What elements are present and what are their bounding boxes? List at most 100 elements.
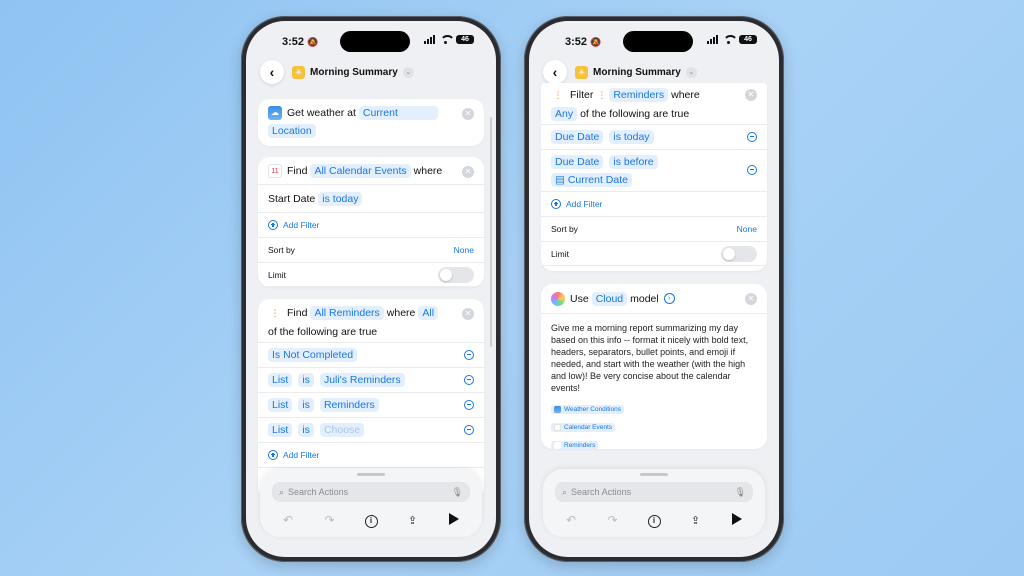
microphone-icon[interactable]: 🎙 — [452, 487, 463, 498]
filter-op-token[interactable]: is — [298, 398, 314, 412]
editor-toolbar: ↶ ↷ i ⇪ — [555, 510, 753, 530]
back-button[interactable]: ‹ — [260, 60, 284, 84]
filter-op-token[interactable]: is today — [609, 130, 654, 144]
remove-action-icon[interactable]: ✕ — [745, 293, 757, 305]
due-date-before-row[interactable]: Due Date is before ▤ Current Date — [541, 150, 767, 192]
where-label: where — [413, 164, 443, 177]
remove-filter-icon[interactable] — [464, 400, 474, 410]
remove-filter-icon[interactable] — [464, 425, 474, 435]
status-time-text: 3:52 — [282, 36, 305, 48]
dynamic-island — [340, 31, 410, 52]
filter-op-token[interactable]: is before — [609, 154, 658, 169]
reminders-variable-token[interactable]: Reminders — [551, 441, 599, 449]
filter-value-token[interactable]: Reminders — [319, 398, 379, 412]
undo-icon[interactable]: ↶ — [561, 513, 581, 527]
search-actions-field[interactable]: ⌕ Search Actions 🎙 — [272, 482, 470, 502]
reminder-filter-row[interactable]: List is Choose — [258, 418, 484, 443]
search-icon: ⌕ — [279, 486, 285, 497]
play-icon — [449, 512, 459, 525]
search-icon: ⌕ — [562, 486, 568, 497]
filter-field-token[interactable]: Due Date — [551, 154, 604, 169]
location-token[interactable]: Current — [358, 106, 438, 120]
filter-action-card[interactable]: ⋮ Filter ⋮ Reminders where Any of the fo… — [541, 83, 767, 271]
limit-toggle[interactable] — [438, 266, 474, 283]
run-button[interactable] — [727, 512, 747, 528]
filter-value-token[interactable]: Juli's Reminders — [319, 373, 405, 387]
prompt-text[interactable]: Give me a morning report summarizing my … — [541, 314, 767, 398]
redo-icon[interactable]: ↷ — [603, 513, 623, 527]
model-name-token[interactable]: Cloud — [591, 291, 628, 306]
filter-header-row: ⋮ Filter ⋮ Reminders where — [541, 83, 767, 103]
share-icon[interactable]: ⇪ — [403, 514, 423, 527]
current-date-token[interactable]: ▤ Current Date — [551, 172, 632, 187]
use-model-action-card[interactable]: Use Cloud model › Give me a morning repo… — [541, 284, 767, 449]
info-button[interactable]: i — [644, 512, 664, 528]
calendar-action-card[interactable]: 11 Find All Calendar Events where Start … — [258, 157, 484, 287]
sort-label: Sort by — [551, 224, 578, 234]
filter-label: Filter — [570, 89, 594, 101]
filter-field-token[interactable]: List — [268, 373, 293, 387]
match-all-token[interactable]: All — [418, 306, 439, 320]
remove-filter-icon[interactable] — [464, 375, 474, 385]
filter-value-token[interactable]: Choose — [319, 423, 365, 437]
calendar-filter-row[interactable]: Start Date is today — [258, 185, 484, 213]
location-token-cont[interactable]: Location — [268, 124, 316, 138]
back-button[interactable]: ‹ — [543, 60, 567, 84]
match-any-token[interactable]: Any — [551, 106, 578, 121]
search-actions-field[interactable]: ⌕ Search Actions 🎙 — [555, 482, 753, 502]
add-filter-row[interactable]: Add Filter — [258, 213, 484, 238]
sort-value[interactable]: None — [737, 224, 757, 234]
weather-variable-token[interactable]: Weather Conditions — [551, 405, 624, 414]
weather-action-card[interactable]: ☁ Get weather at Current Location ✕ — [258, 99, 484, 146]
filter-field-token[interactable]: Due Date — [551, 130, 604, 144]
shortcut-title[interactable]: ☀ Morning Summary ⌄ — [292, 65, 414, 79]
remove-action-icon[interactable]: ✕ — [462, 308, 474, 320]
sheet-grabber[interactable] — [640, 473, 668, 476]
remove-filter-icon[interactable] — [747, 165, 757, 175]
redo-icon[interactable]: ↷ — [320, 513, 340, 527]
calendar-icon: 11 — [268, 163, 282, 178]
add-filter-link[interactable]: Add Filter — [566, 199, 602, 209]
sheet-grabber[interactable] — [357, 473, 385, 476]
chevron-right-circle-icon[interactable]: › — [663, 293, 675, 304]
reminder-filter-row[interactable]: List is Reminders — [258, 393, 484, 418]
info-icon: i — [364, 515, 378, 528]
scroll-indicator[interactable] — [490, 117, 492, 347]
reminders-source-token[interactable]: All Reminders — [310, 306, 384, 320]
remove-action-icon[interactable]: ✕ — [462, 166, 474, 178]
chevron-down-icon: ⌄ — [402, 66, 414, 78]
status-time: 3:52 🔕 — [282, 36, 318, 48]
reminder-filter-row[interactable]: Is Not Completed — [258, 343, 484, 368]
filter-field-token[interactable]: List — [268, 398, 293, 412]
prompt-variables: Weather Conditions Calendar Events Remin… — [541, 398, 767, 449]
calendar-source-token[interactable]: All Calendar Events — [310, 163, 411, 178]
filter-field-token[interactable]: Is Not Completed — [268, 348, 358, 362]
shortcut-title[interactable]: ☀ Morning Summary ⌄ — [575, 65, 697, 79]
run-button[interactable] — [444, 512, 464, 528]
filter-op-token[interactable]: is — [298, 373, 314, 387]
share-icon[interactable]: ⇪ — [686, 514, 706, 527]
sort-row[interactable]: Sort by None — [258, 238, 484, 263]
undo-icon[interactable]: ↶ — [278, 513, 298, 527]
remove-action-icon[interactable]: ✕ — [745, 89, 757, 101]
reminder-filter-row[interactable]: List is Juli's Reminders — [258, 368, 484, 393]
filter-value-token[interactable]: is today — [318, 191, 363, 206]
filter-source-token[interactable]: Reminders — [609, 88, 669, 102]
add-filter-row[interactable]: Add Filter — [258, 443, 484, 468]
sort-row[interactable]: Sort by None — [541, 217, 767, 242]
filter-op-token[interactable]: is — [298, 423, 314, 437]
add-filter-link[interactable]: Add Filter — [283, 220, 319, 230]
filter-field-token[interactable]: List — [268, 423, 293, 437]
add-filter-link[interactable]: Add Filter — [283, 450, 319, 460]
sort-value[interactable]: None — [454, 245, 474, 255]
add-filter-row[interactable]: Add Filter — [541, 192, 767, 217]
limit-toggle[interactable] — [721, 245, 757, 262]
remove-filter-icon[interactable] — [747, 132, 757, 142]
remove-filter-icon[interactable] — [464, 350, 474, 360]
calendar-variable-token[interactable]: Calendar Events — [551, 423, 616, 432]
microphone-icon[interactable]: 🎙 — [735, 487, 746, 498]
due-date-filter-row[interactable]: Due Date is today — [541, 125, 767, 150]
info-button[interactable]: i — [361, 512, 381, 528]
battery-icon: 46 — [739, 35, 757, 44]
remove-action-icon[interactable]: ✕ — [462, 108, 474, 120]
